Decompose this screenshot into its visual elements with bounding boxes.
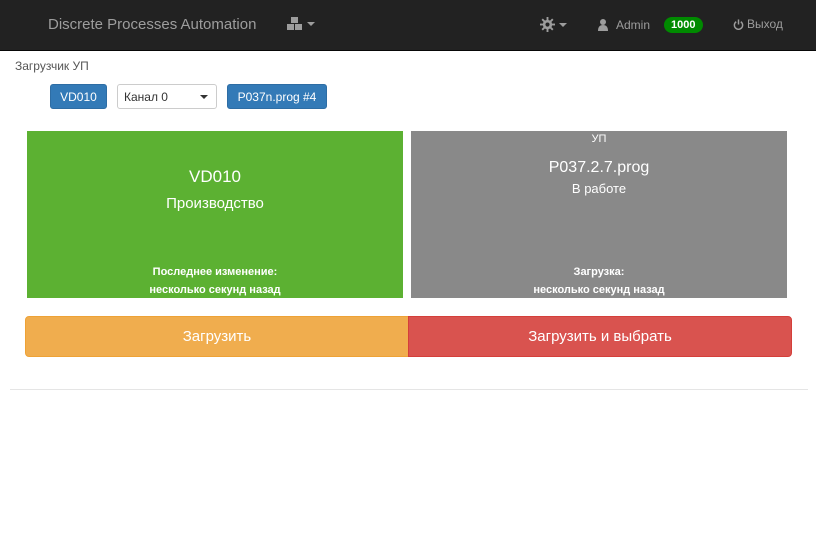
load-label: Загрузка:: [573, 266, 625, 278]
divider: [10, 389, 808, 390]
username: Admin: [616, 18, 651, 32]
user-icon: [598, 19, 608, 31]
chevron-down-icon: [200, 95, 208, 99]
last-change-label: Последнее изменение:: [152, 266, 278, 278]
load-value: несколько секунд назад: [533, 284, 665, 296]
machine-status-panel: VD010 Производство Последнее изменение: …: [27, 131, 403, 298]
chevron-down-icon: [559, 22, 567, 27]
last-change-value: несколько секунд назад: [149, 284, 281, 296]
power-icon: [733, 18, 744, 30]
channel-select[interactable]: Канал 0: [117, 84, 217, 109]
program-name: P037.2.7.prog: [548, 159, 650, 176]
load-and-select-button[interactable]: Загрузить и выбрать: [408, 316, 792, 357]
cubes-icon: [287, 17, 302, 30]
user-menu[interactable]: Admin 1000: [598, 17, 703, 33]
gear-icon: [540, 17, 555, 32]
settings-dropdown[interactable]: [540, 17, 567, 32]
navbar: Discrete Processes Automation Admin 1000: [0, 0, 816, 51]
brand-link[interactable]: Discrete Processes Automation: [48, 16, 256, 33]
machine-state: Производство: [166, 195, 264, 212]
notification-badge: 1000: [664, 17, 703, 33]
machine-button[interactable]: VD010: [50, 84, 107, 109]
program-status-panel: УП P037.2.7.prog В работе Загрузка: неск…: [411, 131, 787, 298]
chevron-down-icon: [307, 22, 315, 26]
channel-select-value: Канал 0: [124, 89, 168, 104]
program-status: В работе: [571, 181, 627, 196]
program-header: УП: [591, 133, 607, 145]
modules-dropdown[interactable]: [287, 17, 315, 31]
page-title: Загрузчик УП: [15, 59, 89, 73]
program-button[interactable]: P037n.prog #4: [227, 84, 327, 109]
logout-link[interactable]: Выход: [733, 17, 783, 31]
machine-name: VD010: [189, 167, 241, 186]
load-button[interactable]: Загрузить: [25, 316, 409, 357]
logout-label: Выход: [747, 17, 783, 31]
